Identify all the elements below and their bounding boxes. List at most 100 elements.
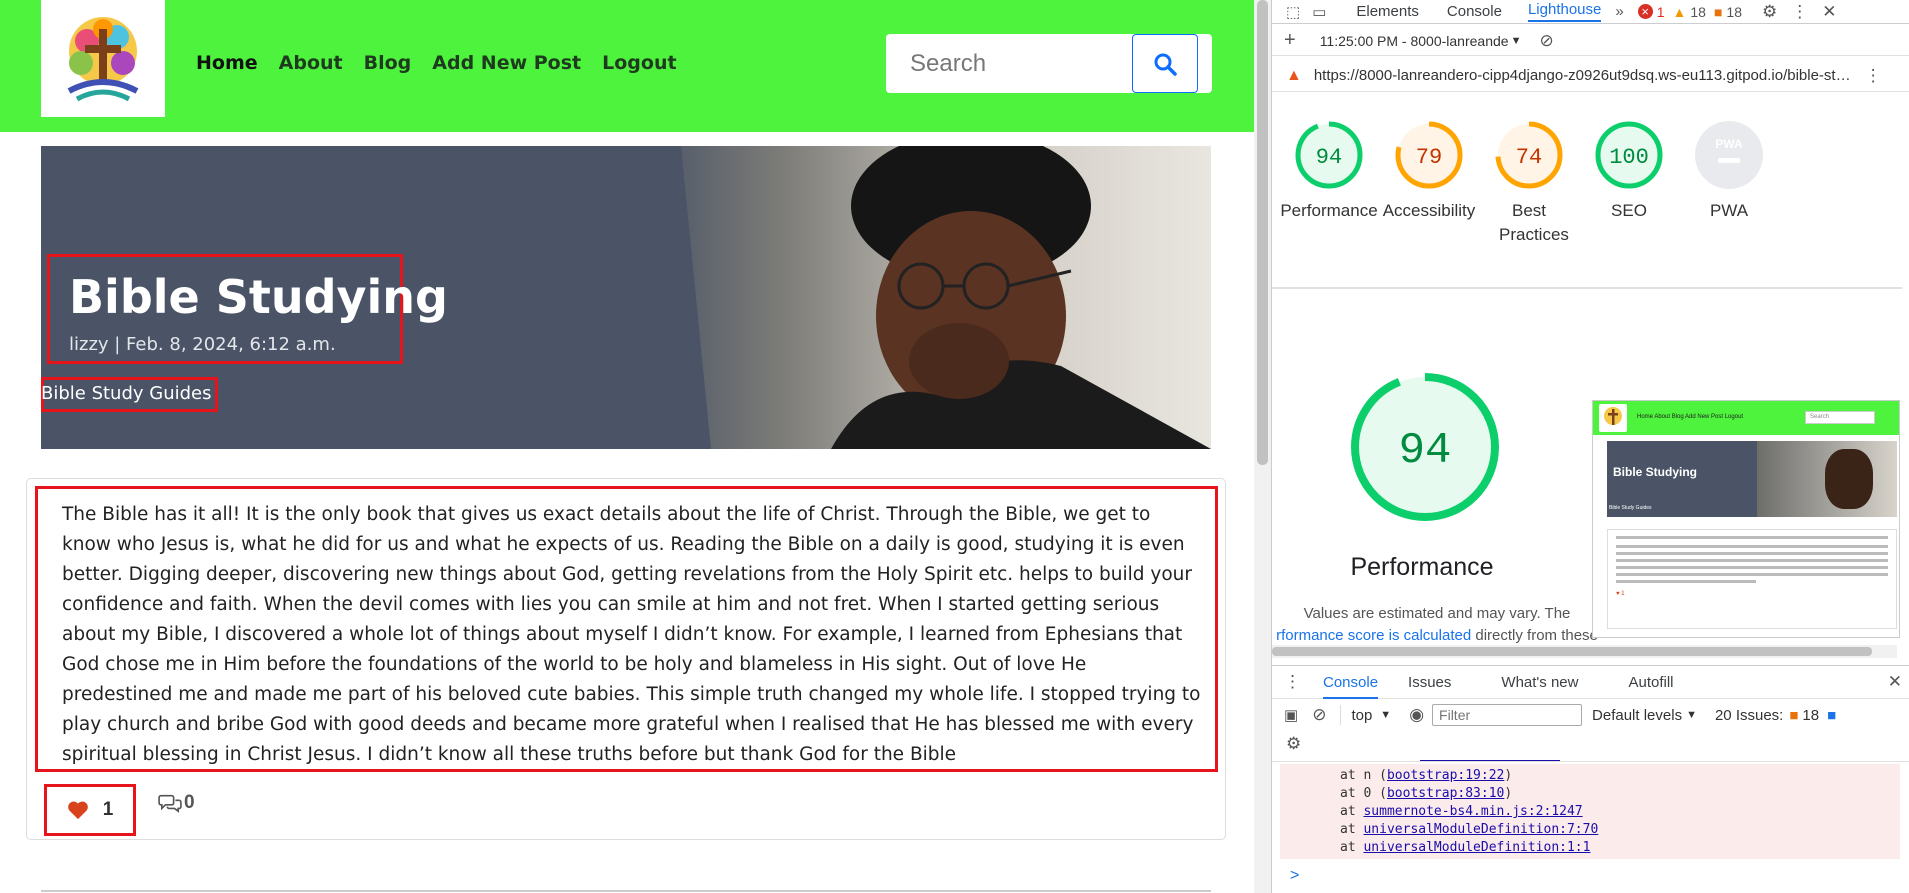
- page-screenshot-thumbnail[interactable]: Home About Blog Add New Post Logout Sear…: [1592, 400, 1900, 638]
- tab-elements[interactable]: Elements: [1356, 3, 1419, 20]
- page-scrollbar-thumb[interactable]: [1257, 0, 1268, 465]
- gauge-pwa[interactable]: PWA PWA: [1674, 120, 1784, 223]
- drawer-tab-console[interactable]: Console: [1323, 674, 1379, 699]
- stack-link[interactable]: summernote-bs4.min.js:2:1247: [1363, 804, 1582, 819]
- drawer-tab-issues[interactable]: Issues: [1408, 674, 1451, 691]
- score-calc-link[interactable]: rformance score is calculated: [1276, 627, 1471, 644]
- error-count[interactable]: 1: [1657, 4, 1665, 20]
- post-title: Bible Studying: [69, 270, 448, 324]
- issues-count[interactable]: 18: [1726, 4, 1742, 20]
- comments-icon: [158, 794, 182, 813]
- issues-summary[interactable]: 20 Issues:: [1715, 707, 1783, 724]
- issues-error-icon: ■: [1789, 706, 1799, 724]
- navbar: Home About Blog Add New Post Logout: [0, 0, 1254, 132]
- drawer-menu-icon[interactable]: ⋮: [1284, 672, 1301, 692]
- tab-console[interactable]: Console: [1447, 3, 1502, 20]
- search-button[interactable]: [1132, 34, 1198, 93]
- chevron-down-icon[interactable]: ▼: [1686, 709, 1697, 721]
- thumb-category: Bible Study Guides: [1609, 505, 1652, 511]
- seo-score-value: 100: [1609, 145, 1649, 170]
- comment-count: 0: [184, 792, 195, 813]
- sidebar-toggle-icon[interactable]: ▣: [1284, 706, 1298, 724]
- issues-error-count[interactable]: 18: [1802, 707, 1819, 724]
- close-drawer-icon[interactable]: ✕: [1888, 672, 1902, 692]
- post-category[interactable]: Bible Study Guides: [41, 383, 212, 404]
- like-count: 1: [102, 799, 114, 820]
- url-menu-icon[interactable]: ⋮: [1865, 66, 1882, 86]
- device-toolbar-icon[interactable]: ▭: [1312, 3, 1326, 21]
- gauge-performance[interactable]: 94 Performance: [1274, 120, 1384, 223]
- close-devtools-icon[interactable]: ✕: [1822, 2, 1836, 22]
- more-tabs-icon[interactable]: »: [1615, 3, 1623, 20]
- accessibility-gauge-icon: 79: [1395, 121, 1463, 189]
- log-levels-dropdown[interactable]: Default levels: [1592, 707, 1682, 724]
- error-icon: ×: [1637, 4, 1653, 19]
- accessibility-label: Accessibility: [1382, 201, 1476, 220]
- best-practices-label: Best Practices: [1499, 201, 1569, 244]
- tree-cross-logo-icon: [67, 16, 139, 101]
- nav-blog[interactable]: Blog: [364, 52, 412, 74]
- thumb-nav: Home About Blog Add New Post Logout: [1637, 414, 1744, 420]
- pwa-dash: [1718, 158, 1740, 163]
- lighthouse-scrollbar-thumb[interactable]: [1272, 647, 1872, 656]
- clear-console-icon[interactable]: ⊘: [1312, 705, 1326, 725]
- console-prompt[interactable]: >: [1290, 867, 1299, 885]
- nav-add-new-post[interactable]: Add New Post: [432, 52, 581, 74]
- chevron-down-icon[interactable]: ▼: [1511, 35, 1522, 47]
- search-form: [886, 34, 1212, 93]
- tab-lighthouse[interactable]: Lighthouse: [1527, 1, 1602, 22]
- stack-link[interactable]: bootstrap:19:22: [1387, 768, 1504, 783]
- nav-about[interactable]: About: [279, 52, 343, 74]
- console-filter-input[interactable]: [1432, 704, 1583, 726]
- post-hero: Bible Studying lizzy | Feb. 8, 2024, 6:1…: [41, 146, 1211, 449]
- thumb-title: Bible Studying: [1613, 465, 1697, 479]
- performance-gauge-icon: 94: [1295, 121, 1363, 189]
- gauge-best-practices[interactable]: 74 Best Practices: [1474, 120, 1584, 247]
- stack-line: at 0 (bootstrap:83:10): [1340, 786, 1513, 801]
- console-settings-gear-icon[interactable]: ⚙: [1286, 734, 1301, 754]
- gauge-accessibility[interactable]: 79 Accessibility: [1374, 120, 1484, 223]
- report-selector[interactable]: 11:25:00 PM - 8000-lanreande: [1320, 33, 1509, 49]
- pwa-badge-text: PWA: [1715, 137, 1743, 151]
- settings-gear-icon[interactable]: ⚙: [1762, 2, 1777, 22]
- kebab-menu-icon[interactable]: ⋮: [1791, 2, 1808, 22]
- context-selector[interactable]: top: [1351, 707, 1372, 724]
- site-logo[interactable]: [41, 0, 165, 117]
- stack-link[interactable]: universalModuleDefinition:7:70: [1363, 822, 1598, 837]
- lighthouse-url-bar: ▲ https://8000-lanreandero-cipp4django-z…: [1272, 60, 1909, 92]
- gauge-seo[interactable]: 100 SEO: [1574, 120, 1684, 223]
- issues-info-icon: ■: [1827, 706, 1837, 724]
- divider: [1272, 287, 1902, 289]
- new-report-plus-icon[interactable]: +: [1284, 29, 1296, 52]
- pwa-gauge-icon: PWA: [1695, 121, 1763, 189]
- audited-url[interactable]: https://8000-lanreandero-cipp4django-z09…: [1314, 67, 1851, 84]
- comments-link[interactable]: 0: [158, 792, 195, 814]
- console-toolbar: ▣ ⊘ top ▼ ◉ Default levels ▼ 20 Issues: …: [1272, 700, 1909, 730]
- nav-home[interactable]: Home: [196, 52, 258, 74]
- stack-link[interactable]: bootstrap:83:10: [1387, 786, 1504, 801]
- big-performance-label: Performance: [1350, 553, 1494, 581]
- warning-count[interactable]: 18: [1690, 4, 1706, 20]
- chevron-down-icon[interactable]: ▼: [1380, 709, 1391, 721]
- accessibility-score-value: 79: [1416, 145, 1442, 170]
- pwa-label: PWA: [1709, 201, 1749, 220]
- thumb-body-card: ♥ 1: [1607, 529, 1897, 629]
- hero-photo-man-reading: [641, 146, 1211, 449]
- seo-gauge-icon: 100: [1595, 121, 1663, 189]
- post-author-date: lizzy | Feb. 8, 2024, 6:12 a.m.: [69, 334, 336, 355]
- stack-link[interactable]: universalModuleDefinition:1:1: [1363, 840, 1590, 855]
- clear-icon[interactable]: ⊘: [1539, 31, 1553, 51]
- eye-icon[interactable]: ◉: [1409, 705, 1424, 725]
- like-button[interactable]: 1: [44, 784, 136, 836]
- drawer-tab-whats-new[interactable]: What's new: [1501, 674, 1578, 691]
- thumb-logo: [1599, 404, 1627, 432]
- search-input[interactable]: [886, 34, 1131, 93]
- drawer-tab-autofill[interactable]: Autofill: [1628, 674, 1673, 691]
- best-practices-score-value: 74: [1516, 145, 1542, 170]
- nav-logout[interactable]: Logout: [602, 52, 676, 74]
- divider: [41, 890, 1211, 892]
- inspect-icon[interactable]: ⬚: [1286, 3, 1300, 21]
- devtools-panel: ⬚ ▭ Elements Console Lighthouse » × 1 ▲ …: [1271, 0, 1909, 893]
- performance-score-value: 94: [1316, 145, 1342, 170]
- performance-label: Performance: [1280, 201, 1378, 220]
